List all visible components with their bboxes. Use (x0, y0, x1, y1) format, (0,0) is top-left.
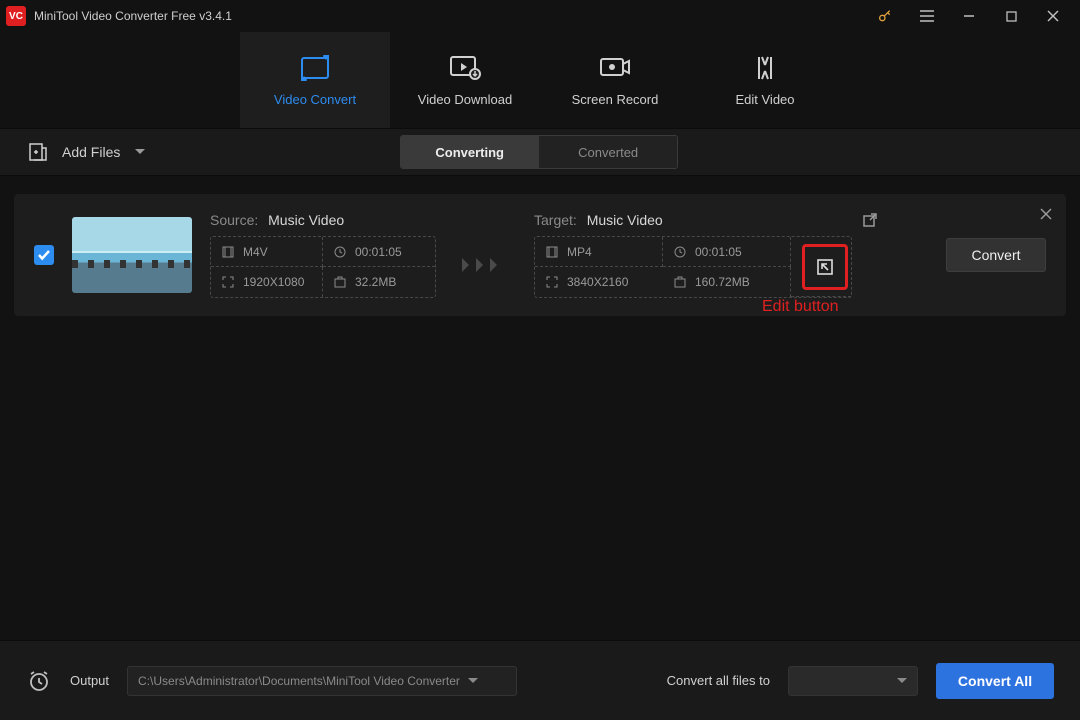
resolution-icon (221, 275, 235, 289)
size-icon (333, 275, 347, 289)
edit-target-button[interactable] (791, 237, 851, 297)
open-external-icon (863, 213, 877, 227)
alarm-clock-icon (27, 669, 51, 693)
convert-button[interactable]: Convert (946, 238, 1046, 272)
target-filename: Music Video (587, 212, 663, 228)
seg-converting[interactable]: Converting (401, 136, 539, 168)
output-path-text: C:\Users\Administrator\Documents\MiniToo… (138, 674, 460, 688)
check-icon (37, 248, 51, 262)
target-block: Target: Music Video MP4 00:01:05 (534, 212, 877, 298)
convert-icon (298, 54, 332, 82)
tab-label: Video Convert (274, 92, 356, 107)
main-nav: Video Convert Video Download Screen Reco… (0, 32, 1080, 128)
target-format: MP4 (535, 237, 663, 267)
titlebar: VC MiniTool Video Converter Free v3.4.1 (0, 0, 1080, 32)
target-title: Target: Music Video (534, 212, 663, 228)
tab-label: Edit Video (735, 92, 794, 107)
tab-label: Screen Record (572, 92, 659, 107)
chevron-down-icon (897, 677, 907, 685)
source-title: Source: Music Video (210, 212, 436, 228)
tab-edit-video[interactable]: Edit Video (690, 32, 840, 128)
schedule-button[interactable] (26, 668, 52, 694)
convert-all-to-label: Convert all files to (667, 673, 770, 688)
target-size: 160.72MB (663, 267, 791, 297)
tab-label: Video Download (418, 92, 512, 107)
close-button[interactable] (1032, 0, 1074, 32)
file-item: Source: Music Video M4V 00:01:05 1920X10… (14, 194, 1066, 316)
item-checkbox[interactable] (34, 245, 54, 265)
source-format: M4V (211, 237, 323, 267)
tab-screen-record[interactable]: Screen Record (540, 32, 690, 128)
chevron-down-icon (134, 147, 146, 157)
minimize-button[interactable] (948, 0, 990, 32)
source-block: Source: Music Video M4V 00:01:05 1920X10… (210, 212, 436, 298)
seg-converted[interactable]: Converted (539, 136, 677, 168)
chevron-down-icon (468, 677, 478, 685)
edit-highlight-box (802, 244, 848, 290)
format-icon (221, 245, 235, 259)
source-spec-box: M4V 00:01:05 1920X1080 32.2MB (210, 236, 436, 298)
key-icon (877, 8, 893, 24)
open-target-settings-button[interactable] (863, 213, 877, 227)
add-file-icon (28, 142, 48, 162)
conversion-status-segmented: Converting Converted (400, 135, 678, 169)
size-icon (673, 275, 687, 289)
edit-arrow-icon (816, 258, 834, 276)
resolution-icon (545, 275, 559, 289)
output-label: Output (70, 673, 109, 688)
add-files-button[interactable]: Add Files (28, 142, 146, 162)
close-icon (1040, 208, 1052, 220)
upgrade-key-button[interactable] (864, 0, 906, 32)
convert-all-button[interactable]: Convert All (936, 663, 1054, 699)
toolbar: Add Files Converting Converted (0, 128, 1080, 176)
edit-video-icon (750, 54, 780, 82)
download-icon (448, 54, 482, 82)
maximize-button[interactable] (990, 0, 1032, 32)
clock-icon (673, 245, 687, 259)
tab-video-convert[interactable]: Video Convert (240, 32, 390, 128)
source-size: 32.2MB (323, 267, 435, 297)
app-title: MiniTool Video Converter Free v3.4.1 (34, 9, 232, 23)
minimize-icon (963, 10, 975, 22)
content-area: Source: Music Video M4V 00:01:05 1920X10… (0, 176, 1080, 640)
video-thumbnail[interactable] (72, 217, 192, 293)
source-duration: 00:01:05 (323, 237, 435, 267)
menu-button[interactable] (906, 0, 948, 32)
edit-annotation-label: Edit button (762, 298, 839, 316)
add-files-label: Add Files (62, 144, 120, 160)
tab-video-download[interactable]: Video Download (390, 32, 540, 128)
record-icon (598, 54, 632, 82)
source-filename: Music Video (268, 212, 344, 228)
target-duration: 00:01:05 (663, 237, 791, 267)
footer: Output C:\Users\Administrator\Documents\… (0, 640, 1080, 720)
maximize-icon (1006, 11, 1017, 22)
app-logo-icon: VC (6, 6, 26, 26)
arrow-icon (460, 236, 510, 274)
source-resolution: 1920X1080 (211, 267, 323, 297)
format-icon (545, 245, 559, 259)
output-path-dropdown[interactable]: C:\Users\Administrator\Documents\MiniToo… (127, 666, 517, 696)
clock-icon (333, 245, 347, 259)
target-format-dropdown[interactable] (788, 666, 918, 696)
remove-item-button[interactable] (1040, 208, 1052, 220)
hamburger-icon (919, 9, 935, 23)
target-spec-box: MP4 00:01:05 3840X2160 160.72MB (534, 236, 852, 298)
close-icon (1047, 10, 1059, 22)
target-resolution: 3840X2160 (535, 267, 663, 297)
